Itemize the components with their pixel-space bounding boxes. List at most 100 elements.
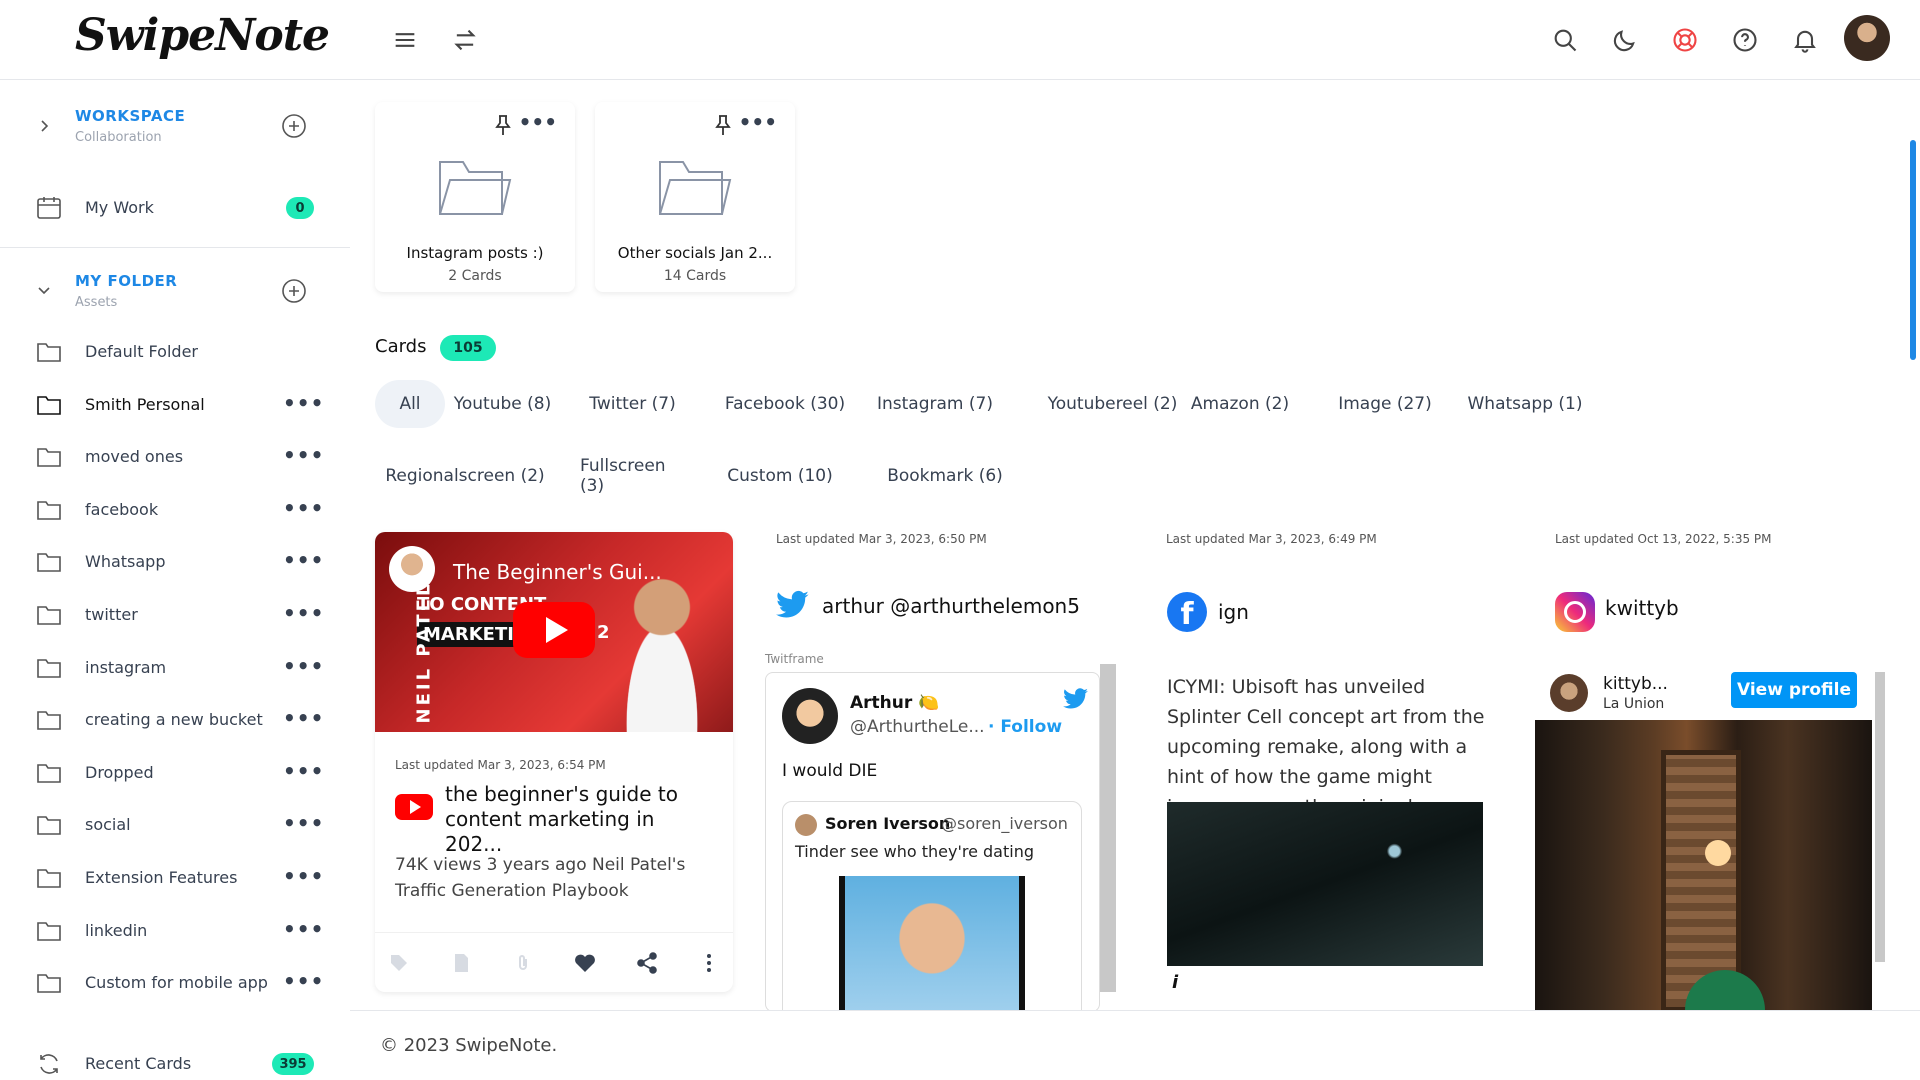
- instagram-logo-icon: [1555, 592, 1595, 632]
- filter-tab[interactable]: Instagram (7): [870, 380, 1000, 428]
- filter-tab[interactable]: Regionalscreen (2): [375, 452, 555, 500]
- heart-icon[interactable]: [573, 951, 597, 975]
- instagram-post-image[interactable]: [1535, 720, 1872, 1012]
- folder-menu-icon[interactable]: •••: [283, 443, 324, 467]
- filter-tab[interactable]: Whatsapp (1): [1460, 380, 1590, 428]
- menu-icon[interactable]: [385, 20, 425, 60]
- youtube-thumbnail[interactable]: The Beginner's Gui... TO CONTENT MARKETI…: [375, 532, 733, 732]
- quoted-tweet[interactable]: Soren Iverson @soren_iverson Tinder see …: [782, 801, 1082, 1011]
- filter-tab[interactable]: Youtubereel (2): [1030, 380, 1195, 428]
- attachment-icon[interactable]: [511, 951, 535, 975]
- folder-menu-icon[interactable]: •••: [283, 391, 324, 415]
- folder-card[interactable]: ••• Other socials Jan 2... 14 Cards: [595, 102, 795, 292]
- tweet-author-handle[interactable]: @ArthurtheLe...: [850, 717, 985, 737]
- filter-tab[interactable]: All: [375, 380, 445, 428]
- view-profile-button[interactable]: View profile: [1731, 672, 1857, 708]
- add-workspace-icon[interactable]: [280, 112, 308, 140]
- filter-tab[interactable]: Image (27): [1330, 380, 1440, 428]
- sidebar-folder-item[interactable]: instagram •••: [0, 646, 350, 690]
- profile-avatar[interactable]: [1550, 674, 1588, 712]
- frame-scrollbar[interactable]: [1100, 664, 1116, 992]
- lifebuoy-icon[interactable]: [1665, 20, 1705, 60]
- chevron-right-icon[interactable]: [36, 118, 52, 134]
- twitter-card[interactable]: Last updated Mar 3, 2023, 6:50 PM arthur…: [760, 532, 1120, 1012]
- sidebar-item-my-work[interactable]: My Work 0: [0, 186, 350, 230]
- swap-icon[interactable]: [445, 20, 485, 60]
- folder-menu-icon[interactable]: •••: [283, 496, 324, 520]
- sidebar-folder-item[interactable]: creating a new bucket •••: [0, 698, 350, 742]
- sidebar-folder-item[interactable]: facebook •••: [0, 488, 350, 532]
- sidebar-folder-item[interactable]: Extension Features •••: [0, 856, 350, 900]
- chevron-down-icon[interactable]: [36, 282, 52, 298]
- folder-menu-icon[interactable]: •••: [283, 811, 324, 835]
- sidebar-folder-item[interactable]: moved ones •••: [0, 435, 350, 479]
- filter-tab[interactable]: Fullscreen (3): [580, 452, 690, 500]
- frame-scrollbar[interactable]: [1875, 672, 1885, 962]
- folder-card-menu-icon[interactable]: •••: [519, 110, 557, 134]
- recent-cards-count-badge: 395: [272, 1053, 314, 1075]
- filter-tab[interactable]: Bookmark (6): [880, 452, 1010, 500]
- folder-icon: [36, 656, 62, 680]
- instagram-account-name[interactable]: kwittyb: [1605, 596, 1679, 620]
- folder-card[interactable]: ••• Instagram posts :) 2 Cards: [375, 102, 575, 292]
- embedded-instagram-post[interactable]: kittyb... La Union View profile ›: [1535, 664, 1875, 1012]
- folder-menu-icon[interactable]: •••: [283, 706, 324, 730]
- twitter-bird-icon[interactable]: [1063, 688, 1089, 710]
- facebook-post-image[interactable]: [1167, 802, 1483, 966]
- add-folder-icon[interactable]: [280, 277, 308, 305]
- my-folder-title[interactable]: MY FOLDER: [75, 272, 177, 290]
- facebook-card[interactable]: Last updated Mar 3, 2023, 6:49 PM f ign …: [1150, 532, 1490, 1012]
- folder-menu-icon[interactable]: •••: [283, 548, 324, 572]
- folder-menu-icon[interactable]: •••: [283, 917, 324, 941]
- info-icon[interactable]: i: [1172, 972, 1178, 993]
- filter-tab[interactable]: Youtube (8): [450, 380, 555, 428]
- sidebar-folder-item[interactable]: Smith Personal •••: [0, 383, 350, 427]
- bell-icon[interactable]: [1785, 20, 1825, 60]
- moon-icon[interactable]: [1605, 20, 1645, 60]
- filter-tab[interactable]: Facebook (30): [715, 380, 855, 428]
- tweet-author-name[interactable]: Arthur 🍋: [850, 693, 939, 713]
- embedded-tweet[interactable]: Arthur 🍋 @ArthurtheLe... · Follow I woul…: [765, 672, 1100, 1012]
- pin-icon[interactable]: [493, 114, 513, 136]
- youtube-card[interactable]: The Beginner's Gui... TO CONTENT MARKETI…: [375, 532, 733, 992]
- play-button[interactable]: [513, 602, 595, 658]
- sidebar-folder-item[interactable]: Whatsapp •••: [0, 540, 350, 584]
- tag-icon[interactable]: [387, 951, 411, 975]
- instagram-card[interactable]: Last updated Oct 13, 2022, 5:35 PM kwitt…: [1535, 532, 1885, 1012]
- folder-card-menu-icon[interactable]: •••: [739, 110, 777, 134]
- sidebar-item-recent-cards[interactable]: Recent Cards 395: [0, 1042, 350, 1080]
- tweet-avatar[interactable]: [782, 688, 838, 744]
- folder-menu-icon[interactable]: •••: [283, 601, 324, 625]
- last-updated: Last updated Oct 13, 2022, 5:35 PM: [1555, 532, 1772, 546]
- sidebar-folder-item[interactable]: social •••: [0, 803, 350, 847]
- folder-menu-icon[interactable]: •••: [283, 864, 324, 888]
- quoted-image: [839, 876, 1025, 1011]
- note-icon[interactable]: [449, 951, 473, 975]
- folder-menu-icon[interactable]: •••: [283, 759, 324, 783]
- sidebar-folder-item[interactable]: Dropped •••: [0, 751, 350, 795]
- sidebar-folder-item[interactable]: twitter •••: [0, 593, 350, 637]
- sidebar-folder-label: moved ones: [85, 447, 184, 467]
- sidebar-folder-item[interactable]: Default Folder: [0, 330, 350, 374]
- filter-tab[interactable]: Twitter (7): [585, 380, 680, 428]
- pin-icon[interactable]: [713, 114, 733, 136]
- more-vertical-icon[interactable]: [697, 951, 721, 975]
- user-avatar[interactable]: [1844, 15, 1890, 61]
- workspace-title[interactable]: WORKSPACE: [75, 107, 185, 125]
- folder-menu-icon[interactable]: •••: [283, 654, 324, 678]
- card-title[interactable]: the beginner's guide to content marketin…: [445, 782, 715, 857]
- folder-menu-icon[interactable]: •••: [283, 969, 324, 993]
- search-icon[interactable]: [1545, 20, 1585, 60]
- page-scrollbar[interactable]: [1910, 140, 1916, 360]
- help-icon[interactable]: [1725, 20, 1765, 60]
- follow-link[interactable]: · Follow: [988, 717, 1062, 737]
- twitter-handle[interactable]: arthur @arthurthelemon5: [822, 594, 1080, 618]
- sidebar-folder-item[interactable]: linkedin •••: [0, 909, 350, 953]
- share-icon[interactable]: [635, 951, 659, 975]
- facebook-page-name[interactable]: ign: [1218, 600, 1249, 624]
- filter-tab[interactable]: Custom (10): [725, 452, 835, 500]
- swipenote-logo[interactable]: SwipeNote: [75, 10, 330, 61]
- filter-tab[interactable]: Amazon (2): [1180, 380, 1300, 428]
- profile-name[interactable]: kittyb...: [1603, 674, 1668, 694]
- sidebar-folder-item[interactable]: Custom for mobile app •••: [0, 961, 350, 1005]
